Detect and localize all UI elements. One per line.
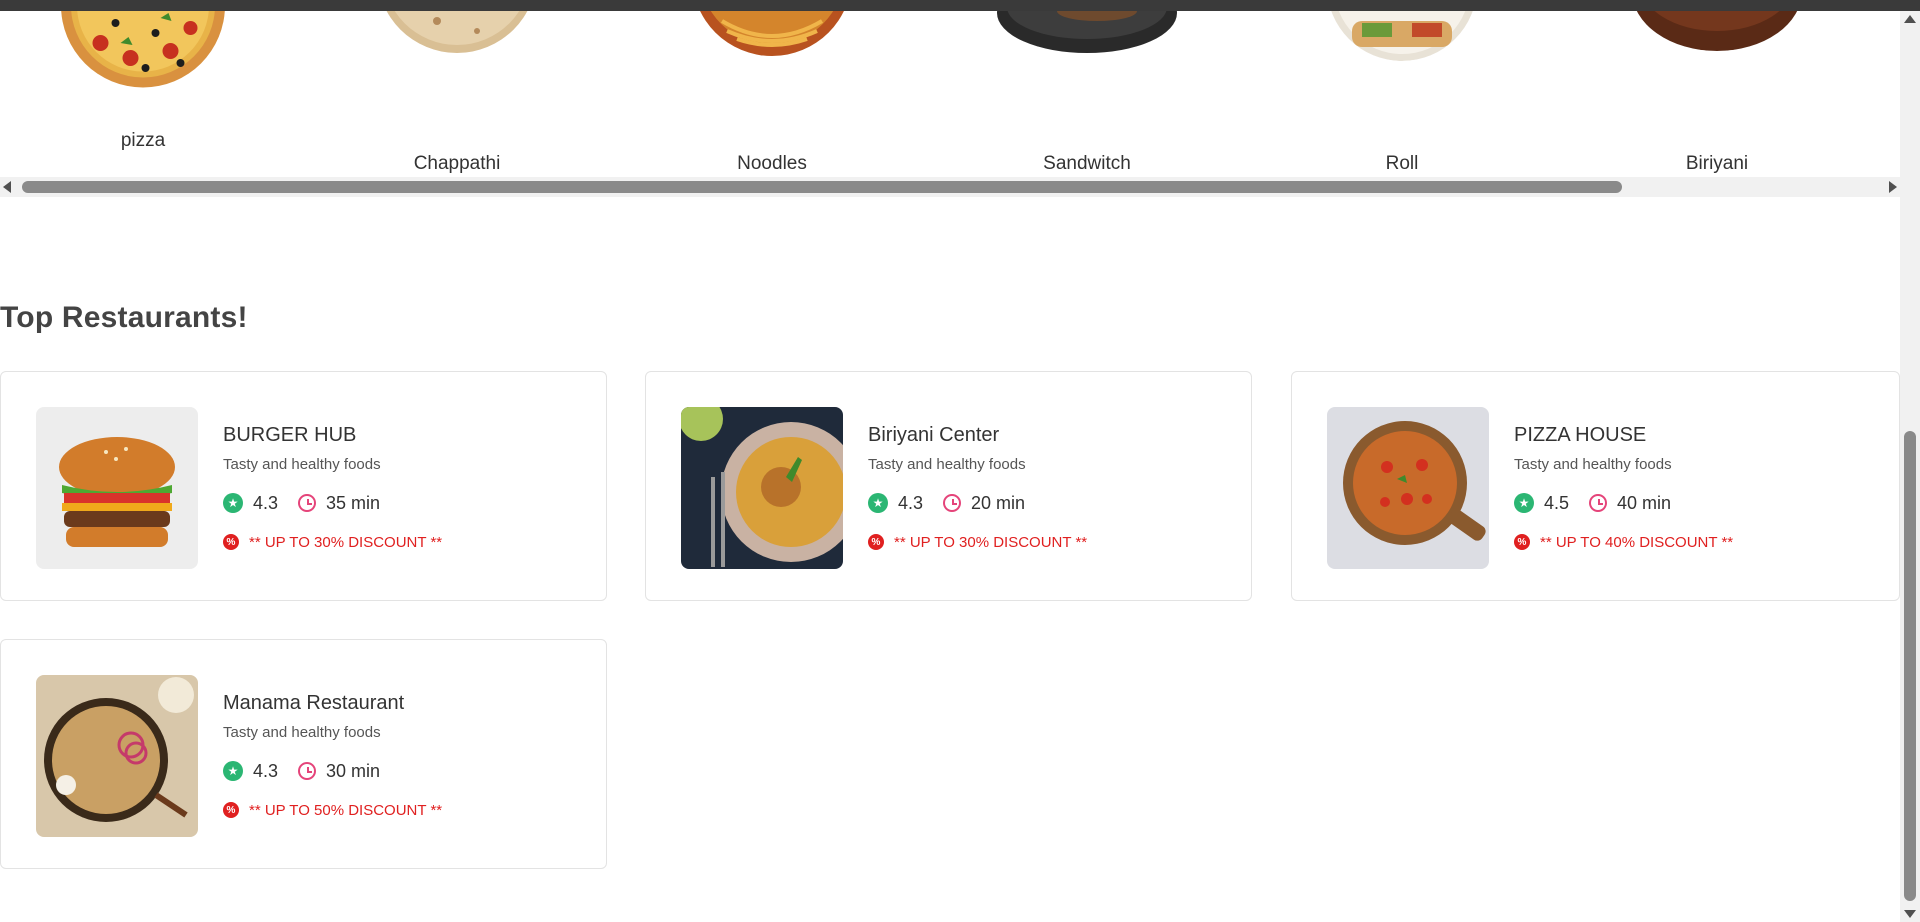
discount-icon: % (868, 534, 884, 550)
category-carousel[interactable]: pizza Chappathi Noodles Sandwitch Roll B… (0, 11, 1900, 201)
clock-icon (1589, 494, 1608, 512)
category-label: Sandwitch (1043, 153, 1131, 174)
restaurant-stats: ★ 4.3 35 min (223, 492, 380, 514)
category-item-noodles[interactable]: Noodles (652, 11, 892, 186)
delivery-time: 40 min (1617, 492, 1672, 513)
section-title: Top Restaurants! (0, 301, 248, 334)
discount-info: % ** UP TO 40% DISCOUNT ** (1514, 533, 1733, 551)
restaurant-tagline: Tasty and healthy foods (1514, 456, 1672, 473)
pizza-board-image (1327, 407, 1489, 569)
scroll-down-arrow-icon[interactable] (1904, 910, 1916, 918)
restaurant-tagline: Tasty and healthy foods (223, 724, 381, 741)
restaurant-stats: ★ 4.5 40 min (1514, 492, 1671, 514)
category-label: pizza (120, 130, 166, 151)
clock-icon (298, 762, 317, 780)
discount-icon: % (223, 534, 239, 550)
restaurant-card[interactable]: Manama Restaurant Tasty and healthy food… (0, 639, 607, 869)
roll-image (1322, 11, 1482, 61)
biriyani-plate-image (681, 407, 843, 569)
page-viewport: pizza Chappathi Noodles Sandwitch Roll B… (0, 11, 1900, 922)
rating-value: 4.3 (898, 492, 924, 513)
category-label: Chappathi (413, 153, 501, 174)
restaurant-name: PIZZA HOUSE (1514, 424, 1647, 446)
pizza-image (61, 11, 226, 88)
star-icon: ★ (1514, 493, 1534, 513)
clock-icon (298, 494, 317, 512)
clock-icon (943, 494, 962, 512)
vertical-scroll-thumb[interactable] (1904, 431, 1916, 901)
restaurant-card[interactable]: BURGER HUB Tasty and healthy foods ★ 4.3… (0, 371, 607, 601)
scroll-right-arrow-icon[interactable] (1889, 181, 1897, 193)
rating-value: 4.3 (253, 760, 279, 781)
star-icon: ★ (223, 761, 243, 781)
category-item-sandwich[interactable]: Sandwitch (967, 11, 1207, 186)
discount-icon: % (1514, 534, 1530, 550)
restaurant-stats: ★ 4.3 20 min (868, 492, 1025, 514)
discount-info: % ** UP TO 30% DISCOUNT ** (868, 533, 1087, 551)
discount-text: ** UP TO 30% DISCOUNT ** (249, 533, 443, 551)
delivery-time: 20 min (971, 492, 1026, 513)
window-top-bar (0, 0, 1920, 11)
rating-value: 4.3 (253, 492, 279, 513)
vertical-scrollbar[interactable] (1900, 11, 1920, 922)
restaurant-name: Manama Restaurant (223, 692, 405, 714)
horizontal-scrollbar[interactable] (0, 177, 1900, 197)
category-item-chappathi[interactable]: Chappathi (337, 11, 577, 186)
horizontal-scroll-thumb[interactable] (22, 181, 1622, 193)
scroll-left-arrow-icon[interactable] (3, 181, 11, 193)
restaurant-card[interactable]: PIZZA HOUSE Tasty and healthy foods ★ 4.… (1291, 371, 1900, 601)
sandwich-image (997, 11, 1177, 61)
restaurant-tagline: Tasty and healthy foods (868, 456, 1026, 473)
discount-text: ** UP TO 50% DISCOUNT ** (249, 801, 443, 819)
restaurant-stats: ★ 4.3 30 min (223, 760, 380, 782)
delivery-time: 35 min (326, 492, 381, 513)
category-label: Noodles (737, 153, 807, 174)
burger-image (36, 407, 198, 569)
star-icon: ★ (223, 493, 243, 513)
discount-text: ** UP TO 40% DISCOUNT ** (1540, 533, 1734, 551)
biriyani-image (1632, 11, 1802, 51)
category-item-biriyani[interactable]: Biriyani (1597, 11, 1837, 186)
restaurant-name: BURGER HUB (223, 424, 357, 446)
restaurant-tagline: Tasty and healthy foods (223, 456, 381, 473)
discount-icon: % (223, 802, 239, 818)
biriyani-pot-image (36, 675, 198, 837)
chappathi-image (377, 11, 537, 56)
category-label: Roll (1385, 153, 1419, 174)
rating-value: 4.5 (1544, 492, 1570, 513)
scroll-up-arrow-icon[interactable] (1904, 15, 1916, 23)
category-item-pizza[interactable]: pizza (23, 11, 263, 171)
delivery-time: 30 min (326, 760, 381, 781)
discount-info: % ** UP TO 50% DISCOUNT ** (223, 801, 442, 819)
noodles-image (692, 11, 852, 61)
star-icon: ★ (868, 493, 888, 513)
discount-info: % ** UP TO 30% DISCOUNT ** (223, 533, 442, 551)
restaurant-name: Biriyani Center (868, 424, 1000, 446)
restaurant-card[interactable]: Biriyani Center Tasty and healthy foods … (645, 371, 1252, 601)
category-item-roll[interactable]: Roll (1282, 11, 1522, 186)
category-label: Biriyani (1685, 153, 1749, 174)
discount-text: ** UP TO 30% DISCOUNT ** (894, 533, 1088, 551)
